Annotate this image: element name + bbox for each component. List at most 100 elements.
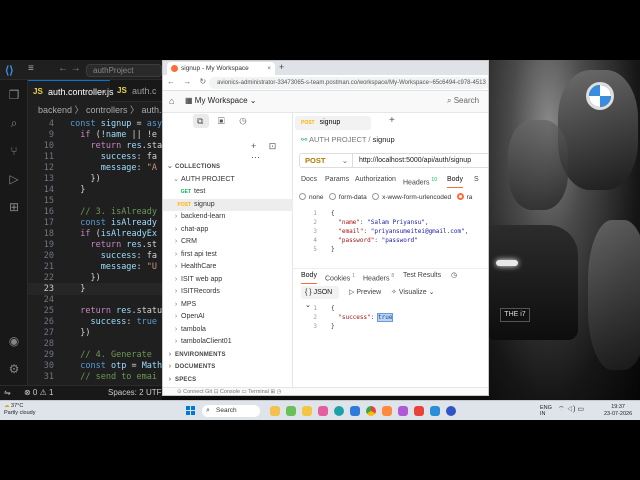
body-line[interactable]: 4 "password": "password": [293, 236, 488, 245]
response-line[interactable]: 2 "success": true: [293, 313, 488, 322]
editor-tab[interactable]: JS auth.c: [112, 80, 162, 102]
preview-button[interactable]: ▷ Preview: [349, 286, 381, 299]
body-line[interactable]: 2 "name": "Salam Priyansu",: [293, 218, 488, 227]
collection-tambola[interactable]: › tambola: [163, 324, 293, 336]
code-editor[interactable]: 4const signup = async9 if (!name || !e10…: [28, 118, 162, 386]
body-line[interactable]: 3 "email": "priyansumeitei@gmail.com",: [293, 227, 488, 236]
sidebar-view-icons[interactable]: ⧉ ▣ ◷: [197, 116, 252, 127]
new-tab-plus-icon[interactable]: +: [279, 62, 284, 72]
remote-icon[interactable]: ⇋: [4, 386, 11, 400]
request-tab[interactable]: POST signup: [295, 116, 371, 130]
tab-params[interactable]: Params: [325, 173, 349, 187]
request-item-signup[interactable]: POST signup: [163, 198, 293, 211]
close-icon[interactable]: ×: [267, 62, 271, 75]
breadcrumb-collection[interactable]: AUTH PROJECT: [309, 135, 366, 144]
encoding-indicator[interactable]: UTF: [146, 386, 162, 400]
hamburger-menu-icon[interactable]: ≡: [28, 63, 34, 74]
radio-raw[interactable]: ra: [456, 193, 472, 201]
collections-section-header[interactable]: ⌄ COLLECTIONS: [163, 161, 293, 173]
response-line[interactable]: 1{: [293, 304, 488, 313]
radio-none[interactable]: none: [299, 193, 323, 201]
history-icon[interactable]: ◷: [451, 269, 457, 283]
search-button[interactable]: ⌕ Search: [447, 96, 479, 106]
taskbar-app-icon[interactable]: [270, 406, 280, 416]
sidebar-actions[interactable]: + ⊡ ⋯: [251, 141, 292, 163]
collection-backend-learn[interactable]: › backend-learn: [163, 211, 293, 223]
extensions-icon[interactable]: ⊞: [7, 200, 21, 214]
collection-isit-web-app[interactable]: › ISIT web app: [163, 274, 293, 286]
response-body-viewer[interactable]: 1{2 "success": true 3}: [293, 304, 488, 340]
collection-tambolaclient01[interactable]: › tambolaClient01: [163, 336, 293, 348]
chrome-icon[interactable]: [366, 406, 376, 416]
collection-healthcare[interactable]: › HealthCare: [163, 261, 293, 273]
taskbar-app-icon[interactable]: [350, 406, 360, 416]
tab-docs[interactable]: Docs: [301, 173, 317, 187]
request-url-input[interactable]: http://localhost:5000/api/auth/signup: [353, 153, 488, 168]
close-icon[interactable]: ×: [102, 81, 107, 103]
tab-scripts[interactable]: S: [474, 173, 479, 187]
taskbar-app-icon[interactable]: [446, 406, 456, 416]
body-line[interactable]: 1{: [293, 209, 488, 218]
edge-icon[interactable]: [334, 406, 344, 416]
taskbar-app-icon[interactable]: [382, 406, 392, 416]
explorer-icon[interactable]: ❐: [7, 88, 21, 102]
browser-tab[interactable]: signup - My Workspace ×: [167, 62, 275, 75]
collection-chat-app[interactable]: › chat-app: [163, 224, 293, 236]
indentation-indicator[interactable]: Spaces: 2: [108, 386, 144, 400]
response-line[interactable]: 3}: [293, 322, 488, 331]
collection-auth-project[interactable]: ⌄ AUTH PROJECT: [163, 174, 293, 186]
radio-form-data[interactable]: form-data: [328, 193, 367, 201]
taskbar-app-icon[interactable]: [286, 406, 296, 416]
settings-gear-icon[interactable]: ⚙: [7, 362, 21, 376]
visualize-button[interactable]: ✧ Visualize ⌄: [391, 286, 435, 299]
file-explorer-icon[interactable]: [302, 406, 312, 416]
tab-test-results[interactable]: Test Results: [403, 269, 441, 283]
command-center-search[interactable]: authProject: [86, 64, 162, 77]
taskbar-app-icon[interactable]: [398, 406, 408, 416]
problems-indicator[interactable]: ⊗ 0 ⚠ 1: [24, 386, 53, 400]
taskbar-app-icon[interactable]: [414, 406, 424, 416]
search-icon[interactable]: ⌕: [7, 116, 21, 130]
breadcrumb[interactable]: backend 〉 controllers 〉 auth.c: [28, 102, 162, 118]
nav-back-forward-icon[interactable]: ← →: [58, 63, 81, 74]
tab-response-headers[interactable]: Headers 8: [363, 269, 394, 286]
method-select[interactable]: POST ⌄: [299, 153, 353, 168]
system-tray[interactable]: ENG IN ⌔ ◁) ▭: [540, 405, 584, 417]
taskbar-app-icon[interactable]: [318, 406, 328, 416]
collection-openai[interactable]: › OpenAI: [163, 311, 293, 323]
format-select[interactable]: { } JSON ⌄: [301, 286, 339, 309]
code-line[interactable]: 31 // send to emai: [28, 371, 162, 383]
workspace-switcher[interactable]: ▦ My Workspace ⌄: [185, 96, 256, 105]
request-body-editor[interactable]: 1{2 "name": "Salam Priyansu", 3 "email": …: [293, 209, 488, 263]
collection-crm[interactable]: › CRM: [163, 236, 293, 248]
weather-widget[interactable]: ☁ 37°C Partly cloudy: [4, 403, 36, 417]
section-environments[interactable]: › ENVIRONMENTS: [163, 349, 293, 361]
new-request-tab-plus-icon[interactable]: +: [389, 115, 395, 126]
collection-isitrecords[interactable]: › ISITRecords: [163, 286, 293, 298]
section-documents[interactable]: › DOCUMENTS: [163, 361, 293, 373]
section-specs[interactable]: › SPECS: [163, 374, 293, 386]
editor-tab[interactable]: JS auth.controller.js ×: [28, 80, 114, 103]
account-icon[interactable]: ◉: [7, 334, 21, 348]
tab-response-cookies[interactable]: Cookies 1: [325, 269, 355, 286]
taskbar-search[interactable]: ⌕ Search: [202, 405, 260, 417]
tab-response-body[interactable]: Body: [301, 269, 317, 284]
collection-first-api-test[interactable]: › first api test: [163, 249, 293, 261]
windows-start-icon[interactable]: [186, 406, 196, 416]
tab-body[interactable]: Body: [447, 173, 463, 188]
vscode-taskbar-icon[interactable]: [430, 406, 440, 416]
run-debug-icon[interactable]: ▷: [7, 172, 21, 186]
browser-nav-icons[interactable]: ← → ↻: [167, 77, 209, 86]
clock[interactable]: 19:37 23-07-2026: [604, 404, 632, 418]
collection-mps[interactable]: › MPS: [163, 299, 293, 311]
footer-actions[interactable]: ⊙ Connect Git ⊡ Console ▭ Terminal ⊞ ◷: [177, 388, 281, 395]
home-icon[interactable]: ⌂: [169, 96, 174, 106]
body-line[interactable]: 5}: [293, 245, 488, 254]
address-bar[interactable]: avionics-administrator-33473065-s-team.p…: [209, 77, 488, 89]
source-control-icon[interactable]: ⑂: [7, 144, 21, 158]
tab-headers[interactable]: Headers 10: [403, 173, 437, 190]
radio-label: x-www-form-urlencoded: [382, 194, 452, 201]
request-item-test[interactable]: GET test: [163, 186, 293, 198]
radio-urlencoded[interactable]: x-www-form-urlencoded: [372, 193, 452, 201]
tab-authorization[interactable]: Authorization: [355, 173, 396, 187]
